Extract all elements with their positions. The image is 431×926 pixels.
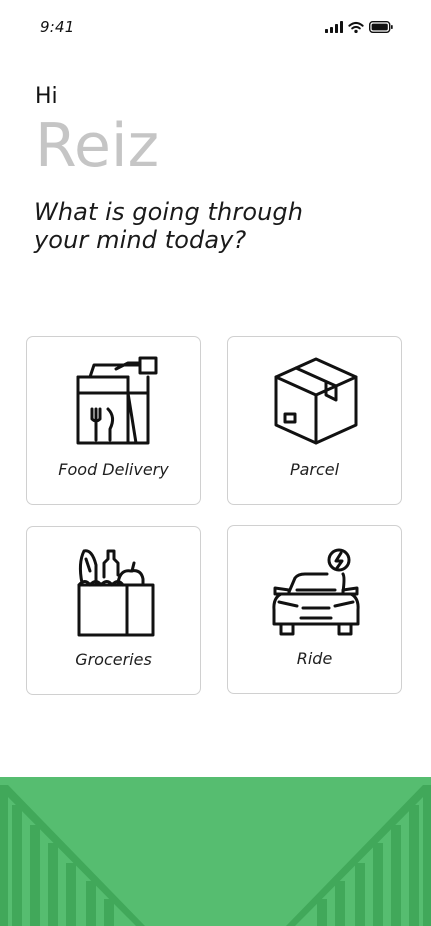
service-label-groceries: Groceries bbox=[75, 650, 152, 669]
greeting-text: Hi bbox=[35, 84, 58, 109]
bottom-green-panel bbox=[0, 777, 431, 926]
diagonal-stripes-decoration bbox=[0, 785, 431, 926]
status-bar: 9:41 bbox=[0, 0, 431, 54]
service-label-ride: Ride bbox=[296, 649, 333, 668]
status-icons bbox=[325, 20, 393, 34]
service-label-parcel: Parcel bbox=[289, 460, 340, 479]
battery-icon bbox=[369, 21, 393, 33]
user-name: Reiz bbox=[35, 111, 160, 181]
service-label-food-delivery: Food Delivery bbox=[58, 460, 169, 479]
signal-icon bbox=[325, 21, 343, 33]
service-card-ride[interactable]: Ride bbox=[227, 525, 402, 694]
service-card-food-delivery[interactable]: Food Delivery bbox=[26, 336, 201, 505]
service-card-parcel[interactable]: Parcel bbox=[227, 336, 402, 505]
car-icon bbox=[272, 548, 360, 636]
wifi-icon bbox=[348, 21, 364, 33]
parcel-box-icon bbox=[274, 357, 358, 445]
service-card-groceries[interactable]: Groceries bbox=[26, 526, 201, 695]
status-time: 9:41 bbox=[40, 18, 75, 36]
food-delivery-bag-icon bbox=[76, 356, 158, 445]
groceries-bag-icon bbox=[77, 549, 155, 637]
prompt-question: What is going through your mind today? bbox=[34, 198, 304, 254]
